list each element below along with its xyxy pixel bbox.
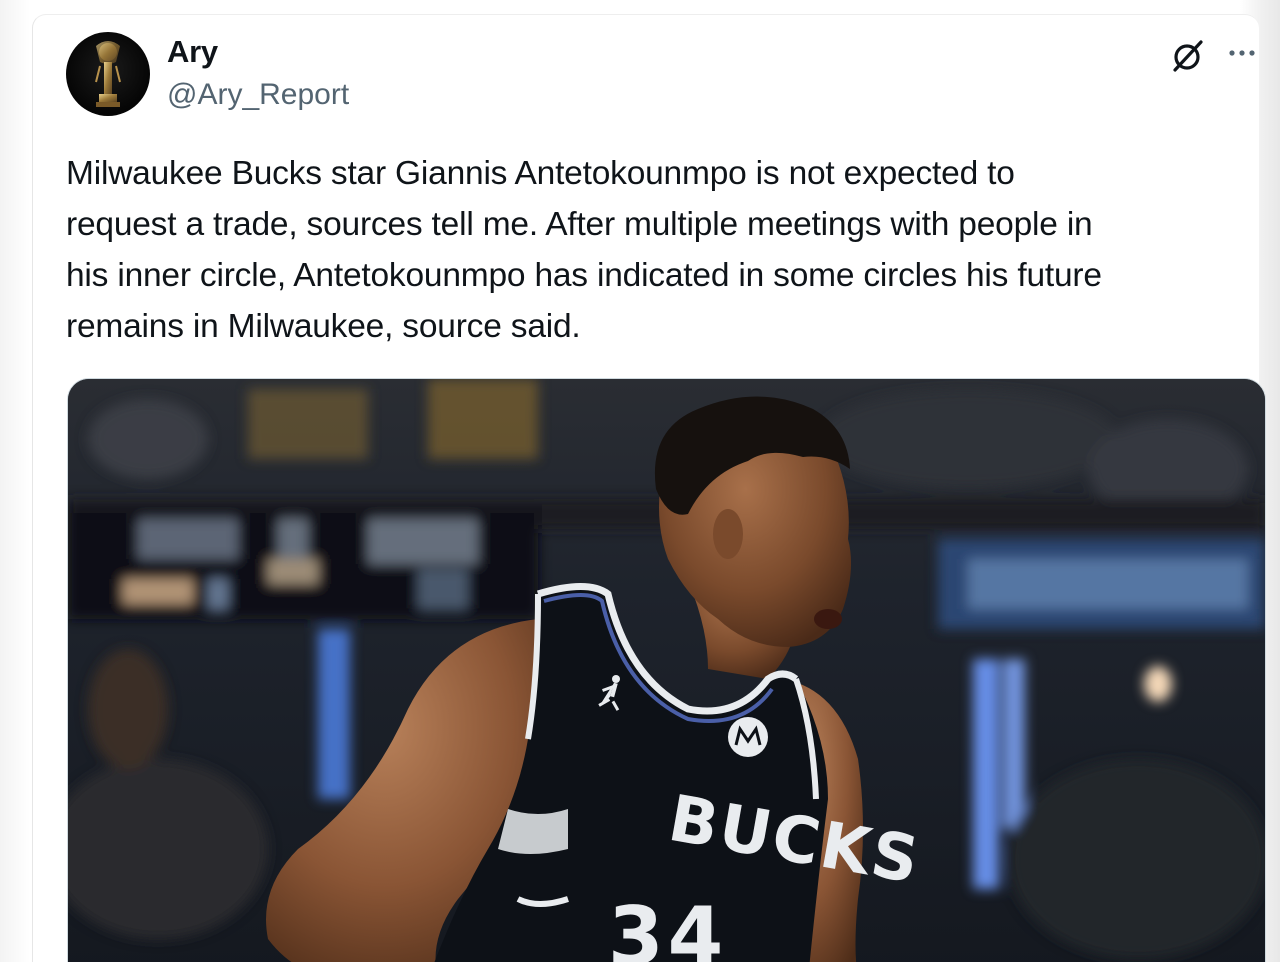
grok-icon[interactable] xyxy=(1168,36,1208,76)
jersey-number-text: 34 xyxy=(608,890,727,962)
page: Ary @Ary_Report Milwaukee Bucks star Gia… xyxy=(0,0,1280,962)
more-icon[interactable] xyxy=(1226,36,1266,76)
author-name[interactable]: Ary xyxy=(167,34,218,70)
tweet-media-image[interactable]: BUCKS 34 xyxy=(67,378,1266,962)
trophy-logo xyxy=(95,41,121,107)
avatar[interactable] xyxy=(66,32,150,116)
tweet-text: Milwaukee Bucks star Giannis Antetokounm… xyxy=(66,155,1102,345)
author-handle[interactable]: @Ary_Report xyxy=(167,78,349,112)
